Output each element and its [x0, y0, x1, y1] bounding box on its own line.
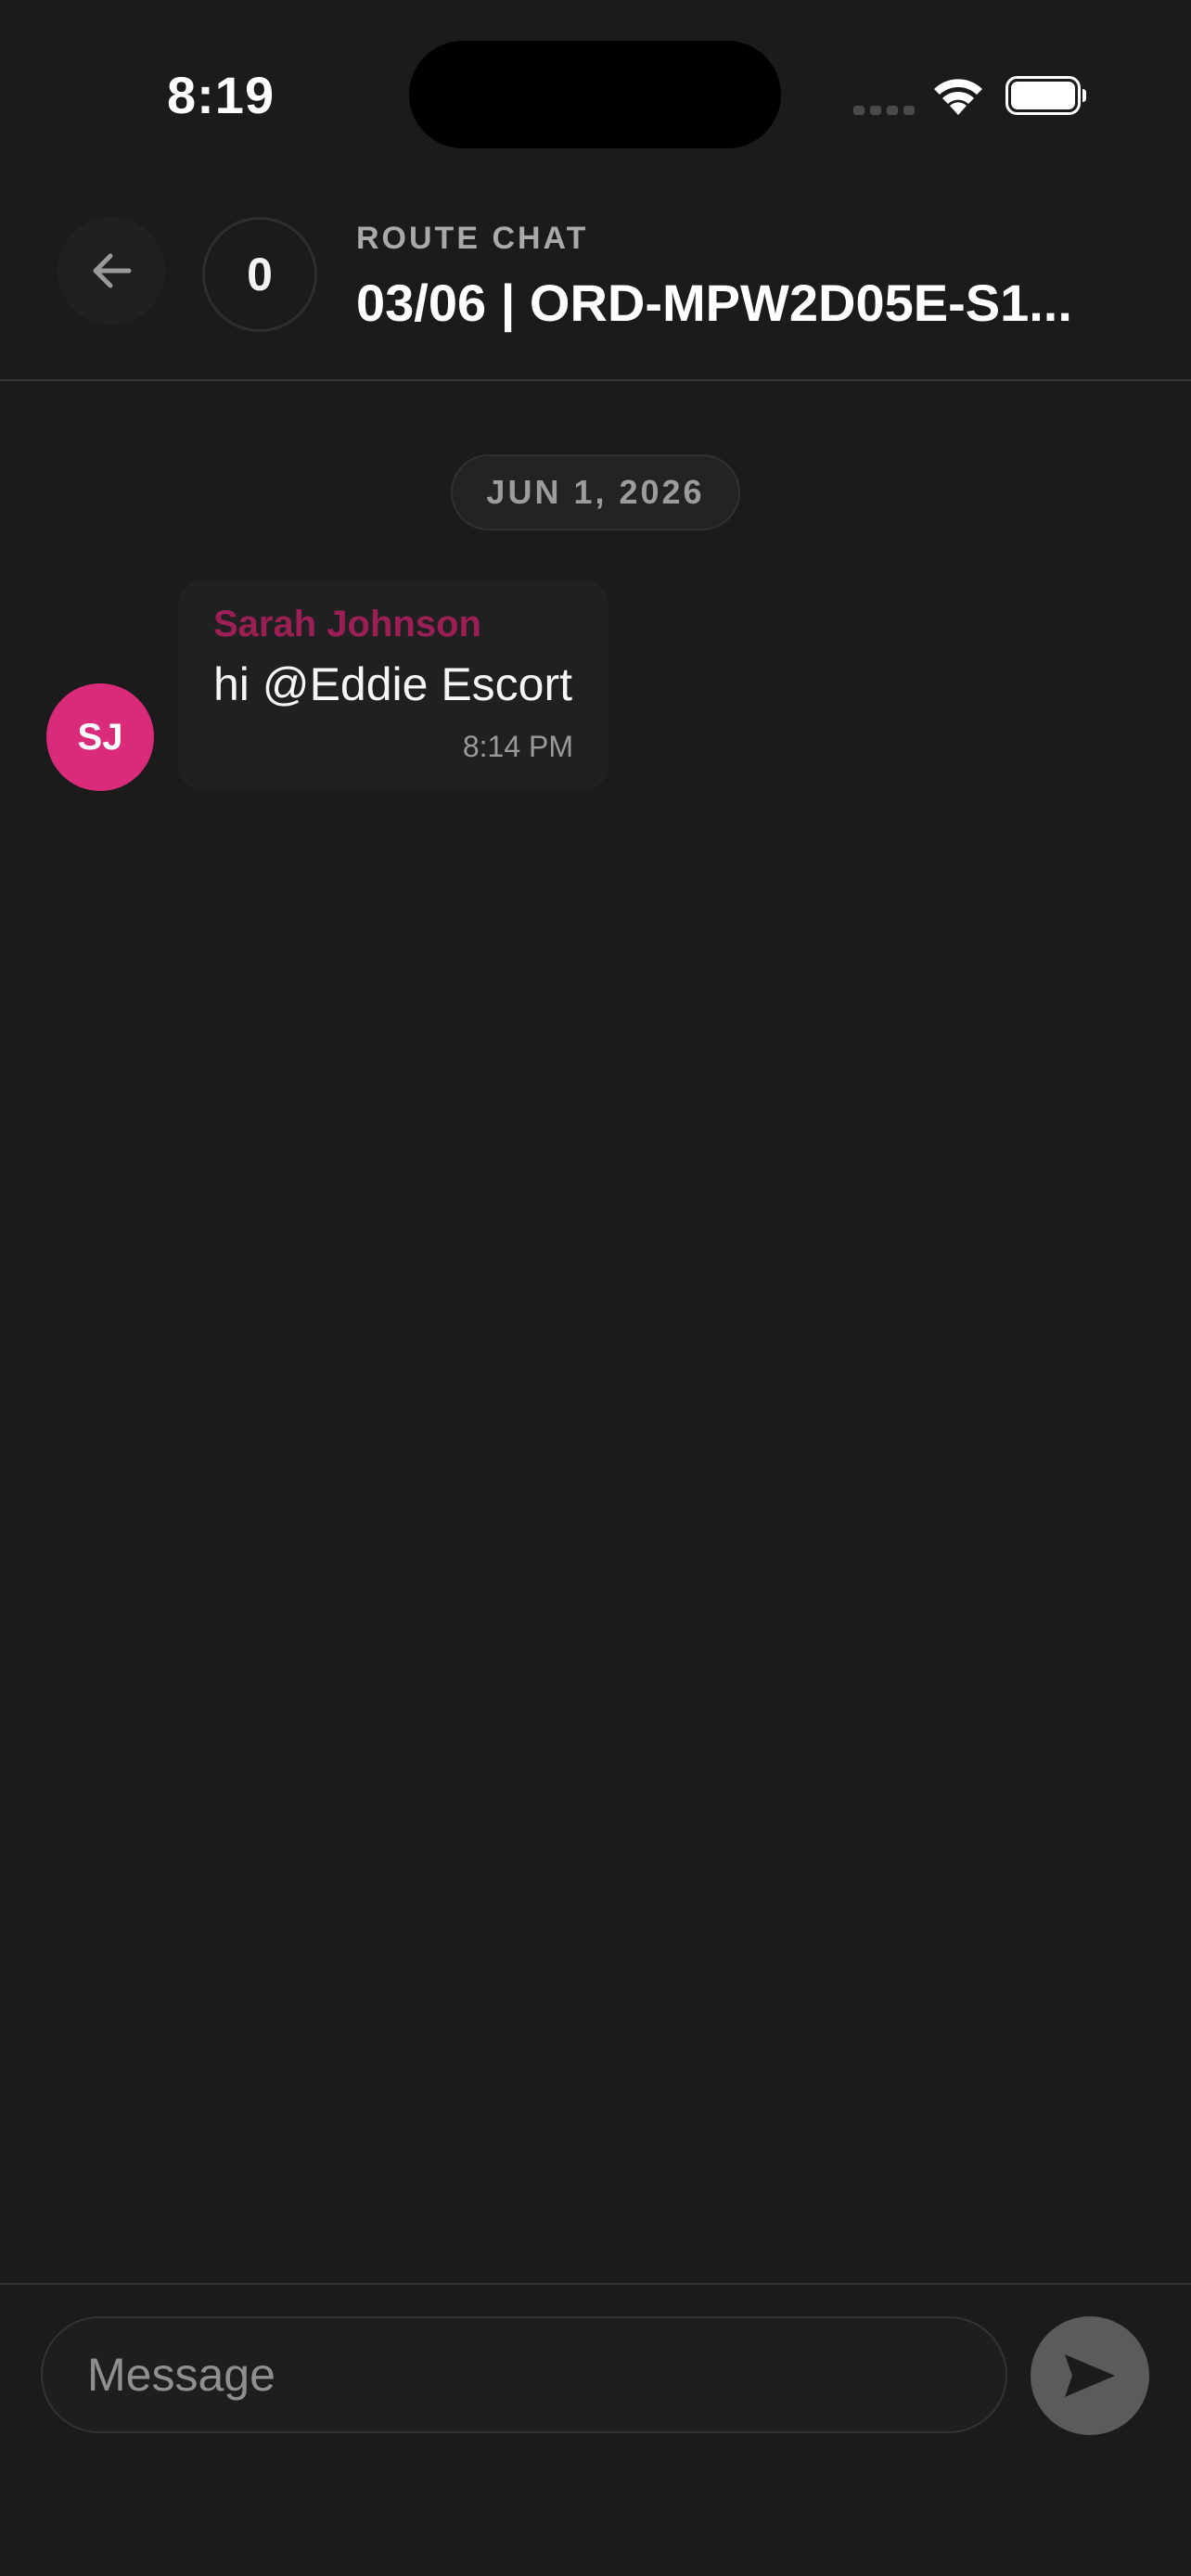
wifi-icon: [934, 79, 982, 115]
message-bubble[interactable]: Sarah Johnson hi @Eddie Escort 8:14 PM: [178, 580, 608, 791]
battery-icon: [1005, 76, 1086, 115]
chat-header: 0 ROUTE CHAT 03/06 | ORD-MPW2D05E-S1...: [0, 185, 1191, 381]
sender-name: Sarah Johnson: [213, 604, 481, 644]
chat-title: 03/06 | ORD-MPW2D05E-S1...: [356, 274, 1072, 332]
dynamic-island: [409, 41, 781, 148]
participant-count-badge[interactable]: 0: [202, 217, 317, 332]
back-button[interactable]: [58, 217, 165, 325]
message-timestamp: 8:14 PM: [462, 730, 573, 763]
send-icon: [1065, 2354, 1115, 2397]
status-bar: 8:19: [0, 0, 1191, 185]
status-time: 8:19: [167, 66, 275, 124]
message-composer: [0, 2283, 1191, 2576]
signal-icon: [853, 106, 915, 115]
avatar[interactable]: SJ: [46, 683, 154, 791]
message-text: hi @Eddie Escort: [213, 658, 573, 710]
arrow-left-icon: [93, 253, 132, 288]
chat-type-label: ROUTE CHAT: [356, 221, 589, 256]
send-button[interactable]: [1031, 2316, 1149, 2435]
date-separator: JUN 1, 2026: [451, 454, 740, 530]
message-input[interactable]: [41, 2316, 1007, 2433]
